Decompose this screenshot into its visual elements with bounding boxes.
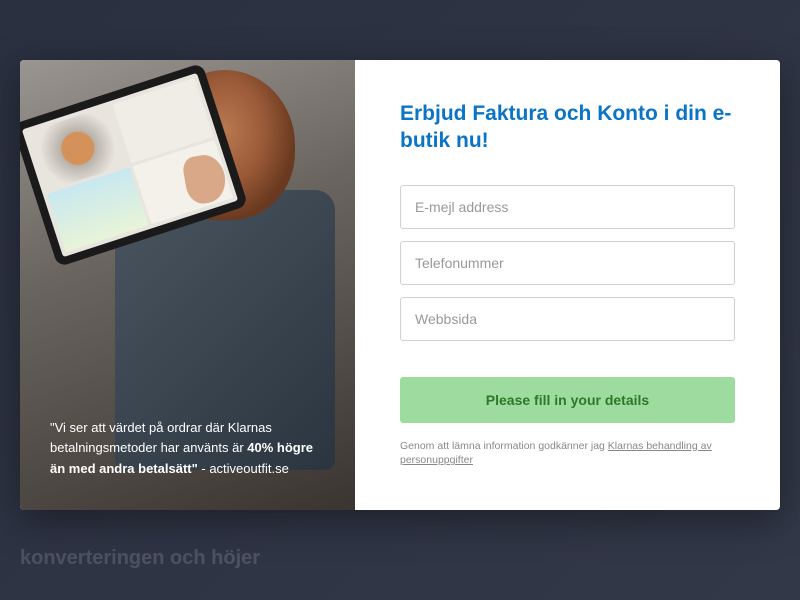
testimonial-attribution: - activeoutfit.se	[198, 461, 289, 476]
consent-prefix: Genom att lämna information godkänner ja…	[400, 440, 608, 452]
modal-image-panel: "Vi ser att värdet på ordrar där Klarnas…	[20, 60, 355, 510]
testimonial-quote: "Vi ser att värdet på ordrar där Klarnas…	[50, 418, 325, 480]
phone-field[interactable]	[400, 241, 735, 285]
backdrop-heading-fragment: konverteringen och höjer	[20, 547, 260, 570]
signup-modal: "Vi ser att värdet på ordrar där Klarnas…	[20, 60, 780, 510]
website-field[interactable]	[400, 297, 735, 341]
submit-button[interactable]: Please fill in your details	[400, 377, 735, 423]
consent-text: Genom att lämna information godkänner ja…	[400, 439, 735, 468]
modal-form-panel: Erbjud Faktura och Konto i din e-butik n…	[355, 60, 780, 510]
testimonial-pre: "Vi ser att värdet på ordrar där Klarnas…	[50, 420, 272, 456]
form-title: Erbjud Faktura och Konto i din e-butik n…	[400, 100, 735, 155]
email-field[interactable]	[400, 185, 735, 229]
